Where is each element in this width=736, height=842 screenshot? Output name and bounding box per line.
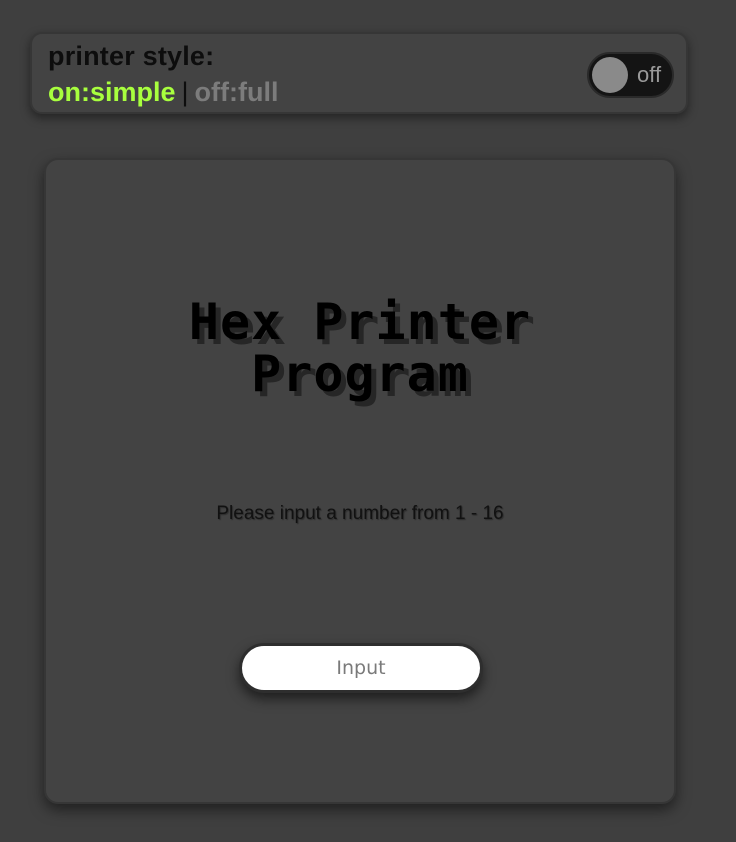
program-title-line1: Hex Printer bbox=[188, 293, 532, 351]
option-full-label: off:full bbox=[194, 77, 279, 107]
option-simple-label: on:simple bbox=[48, 77, 176, 107]
program-card: Hex Printer Program Please input a numbe… bbox=[44, 158, 676, 804]
option-separator: | bbox=[181, 77, 189, 107]
printer-style-panel: printer style: on:simple | off:full off bbox=[30, 32, 688, 114]
page: printer style: on:simple | off:full off He… bbox=[0, 0, 736, 842]
printer-style-title: printer style: bbox=[48, 41, 215, 71]
toggle-knob bbox=[592, 57, 628, 93]
number-input[interactable] bbox=[239, 643, 483, 693]
program-title-line2: Program bbox=[251, 345, 469, 403]
input-prompt: Please input a number from 1 - 16 bbox=[216, 503, 504, 524]
printer-style-toggle[interactable]: off bbox=[587, 52, 674, 98]
toggle-state-label: off bbox=[637, 62, 662, 87]
program-title: Hex Printer Program bbox=[46, 296, 674, 400]
printer-style-options: on:simple | off:full bbox=[48, 77, 278, 108]
